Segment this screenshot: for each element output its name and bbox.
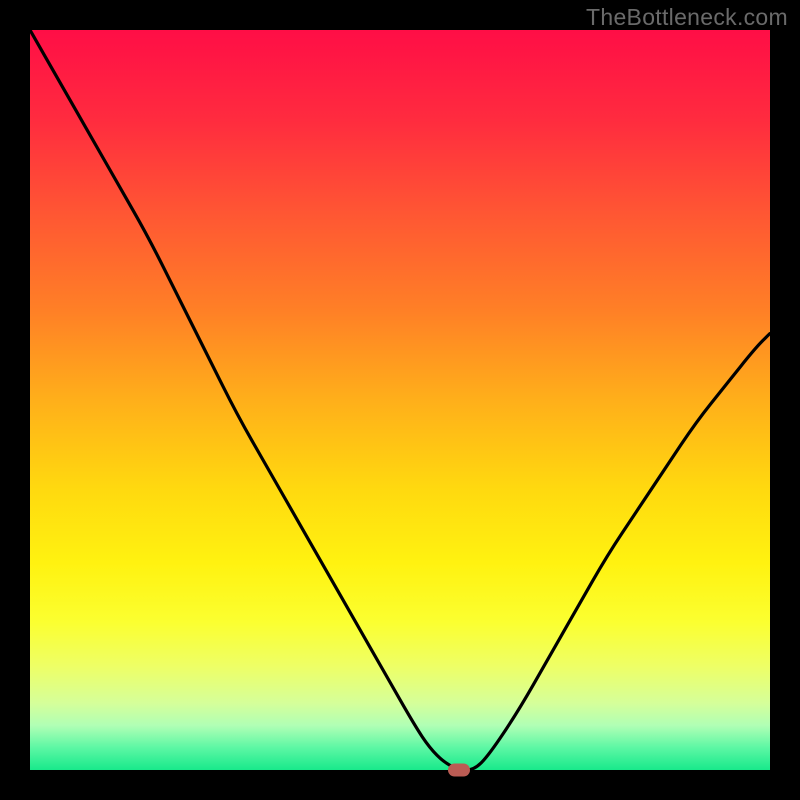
chart-stage: TheBottleneck.com [0, 0, 800, 800]
bottleneck-curve [30, 30, 770, 770]
watermark-text: TheBottleneck.com [586, 4, 788, 31]
optimal-marker [448, 764, 470, 777]
plot-area [30, 30, 770, 770]
